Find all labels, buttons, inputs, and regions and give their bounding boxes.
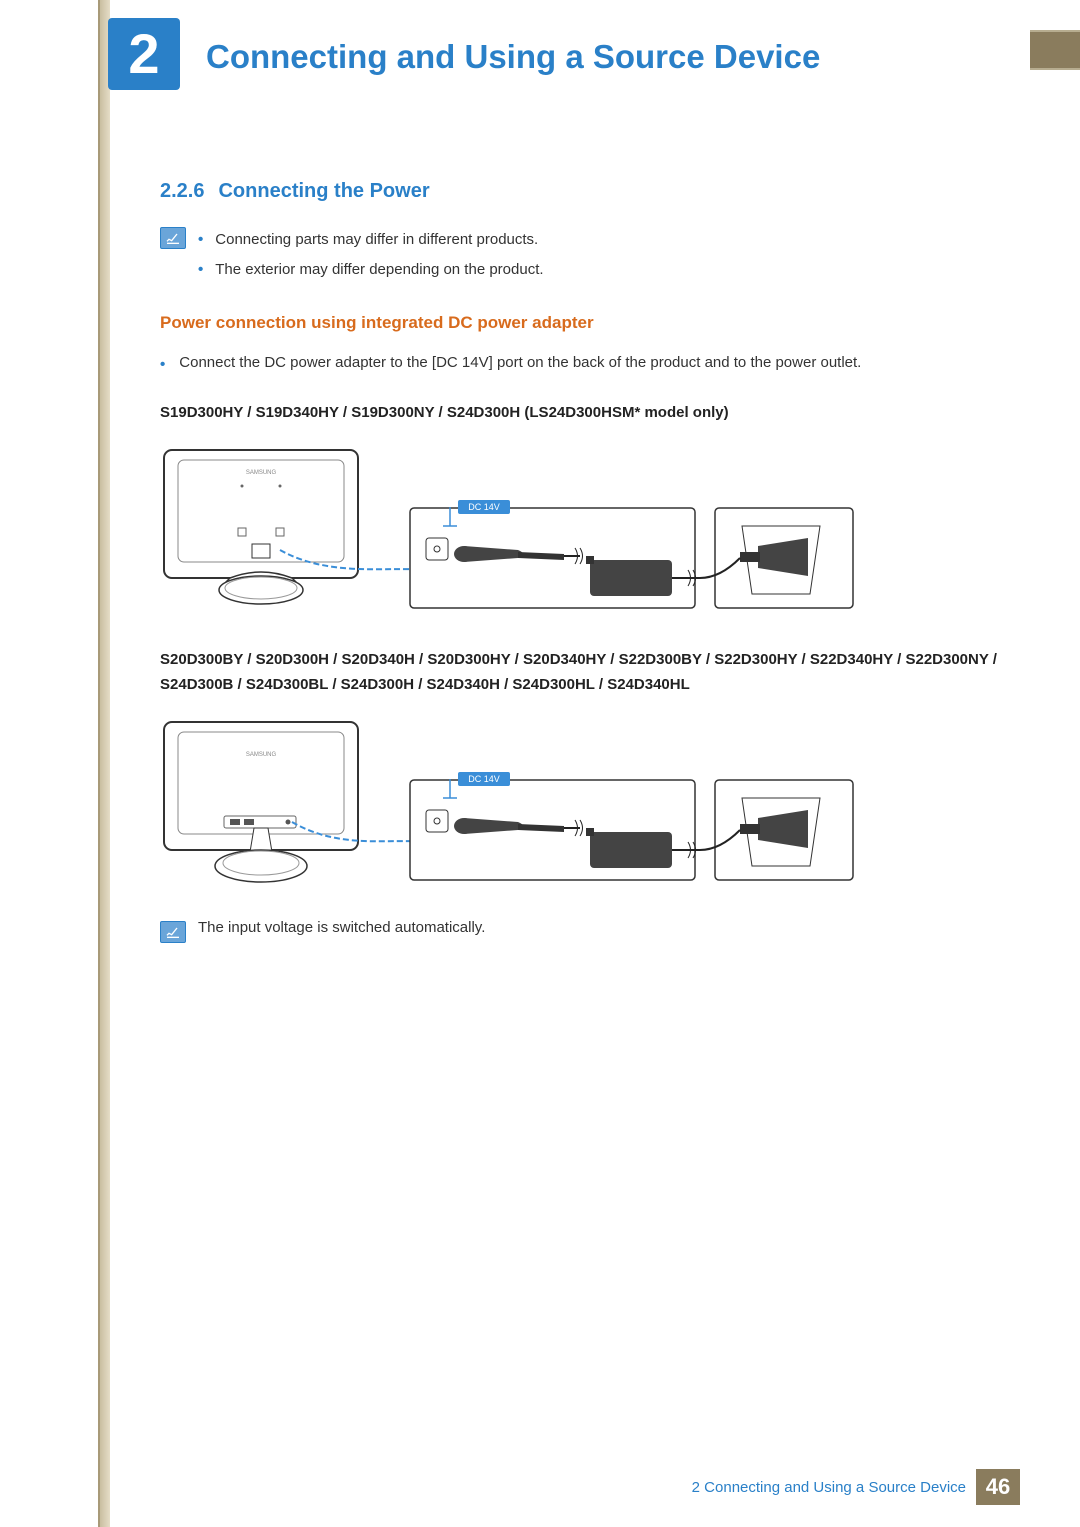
footnote-row: The input voltage is switched automatica… — [160, 919, 1000, 943]
footer: 2 Connecting and Using a Source Device 4… — [692, 1469, 1020, 1505]
footer-chapter-num: 2 — [692, 1479, 700, 1496]
model-list-2: S20D300BY / S20D300H / S20D340H / S20D30… — [160, 647, 1000, 698]
note-icon — [160, 227, 186, 249]
section-number: 2.2.6 — [160, 180, 204, 202]
note-lines: Connecting parts may differ in different… — [198, 225, 544, 285]
note-icon — [160, 921, 186, 943]
footer-chapter-title: Connecting and Using a Source Device — [704, 1479, 966, 1496]
diagram-1: SAMSUNG DC 14V — [160, 438, 860, 623]
bullet-dot: • — [160, 351, 165, 378]
footnote-text: The input voltage is switched automatica… — [198, 919, 485, 936]
chapter-number: 2 — [128, 26, 159, 82]
subsection-heading: Power connection using integrated DC pow… — [160, 313, 1000, 333]
section-heading: 2.2.6 Connecting the Power — [160, 180, 1000, 203]
page: 2 Connecting and Using a Source Device 2… — [0, 0, 1080, 1527]
dc-label: DC 14V — [468, 774, 500, 784]
chapter-number-badge: 2 — [108, 18, 180, 90]
diagram-2: SAMSUNG DC 14V — [160, 710, 860, 895]
model-list-1: S19D300HY / S19D340HY / S19D300NY / S24D… — [160, 400, 1000, 426]
content-area: 2.2.6 Connecting the Power Connecting par… — [160, 180, 1000, 943]
brand-label: SAMSUNG — [246, 470, 277, 476]
instruction-text: Connect the DC power adapter to the [DC … — [179, 349, 861, 378]
footer-chapter-ref: 2 Connecting and Using a Source Device — [692, 1469, 966, 1505]
dc-label: DC 14V — [468, 502, 500, 512]
note-block: Connecting parts may differ in different… — [160, 225, 1000, 285]
left-decorative-rail-edge — [98, 0, 100, 1527]
chapter-title: Connecting and Using a Source Device — [200, 38, 830, 76]
brand-label: SAMSUNG — [246, 752, 277, 758]
note-line: Connecting parts may differ in different… — [198, 225, 544, 255]
instruction-row: • Connect the DC power adapter to the [D… — [160, 349, 1000, 378]
page-number: 46 — [976, 1469, 1020, 1505]
note-line: The exterior may differ depending on the… — [198, 255, 544, 285]
section-title: Connecting the Power — [218, 180, 429, 202]
left-decorative-rail — [100, 0, 110, 1527]
